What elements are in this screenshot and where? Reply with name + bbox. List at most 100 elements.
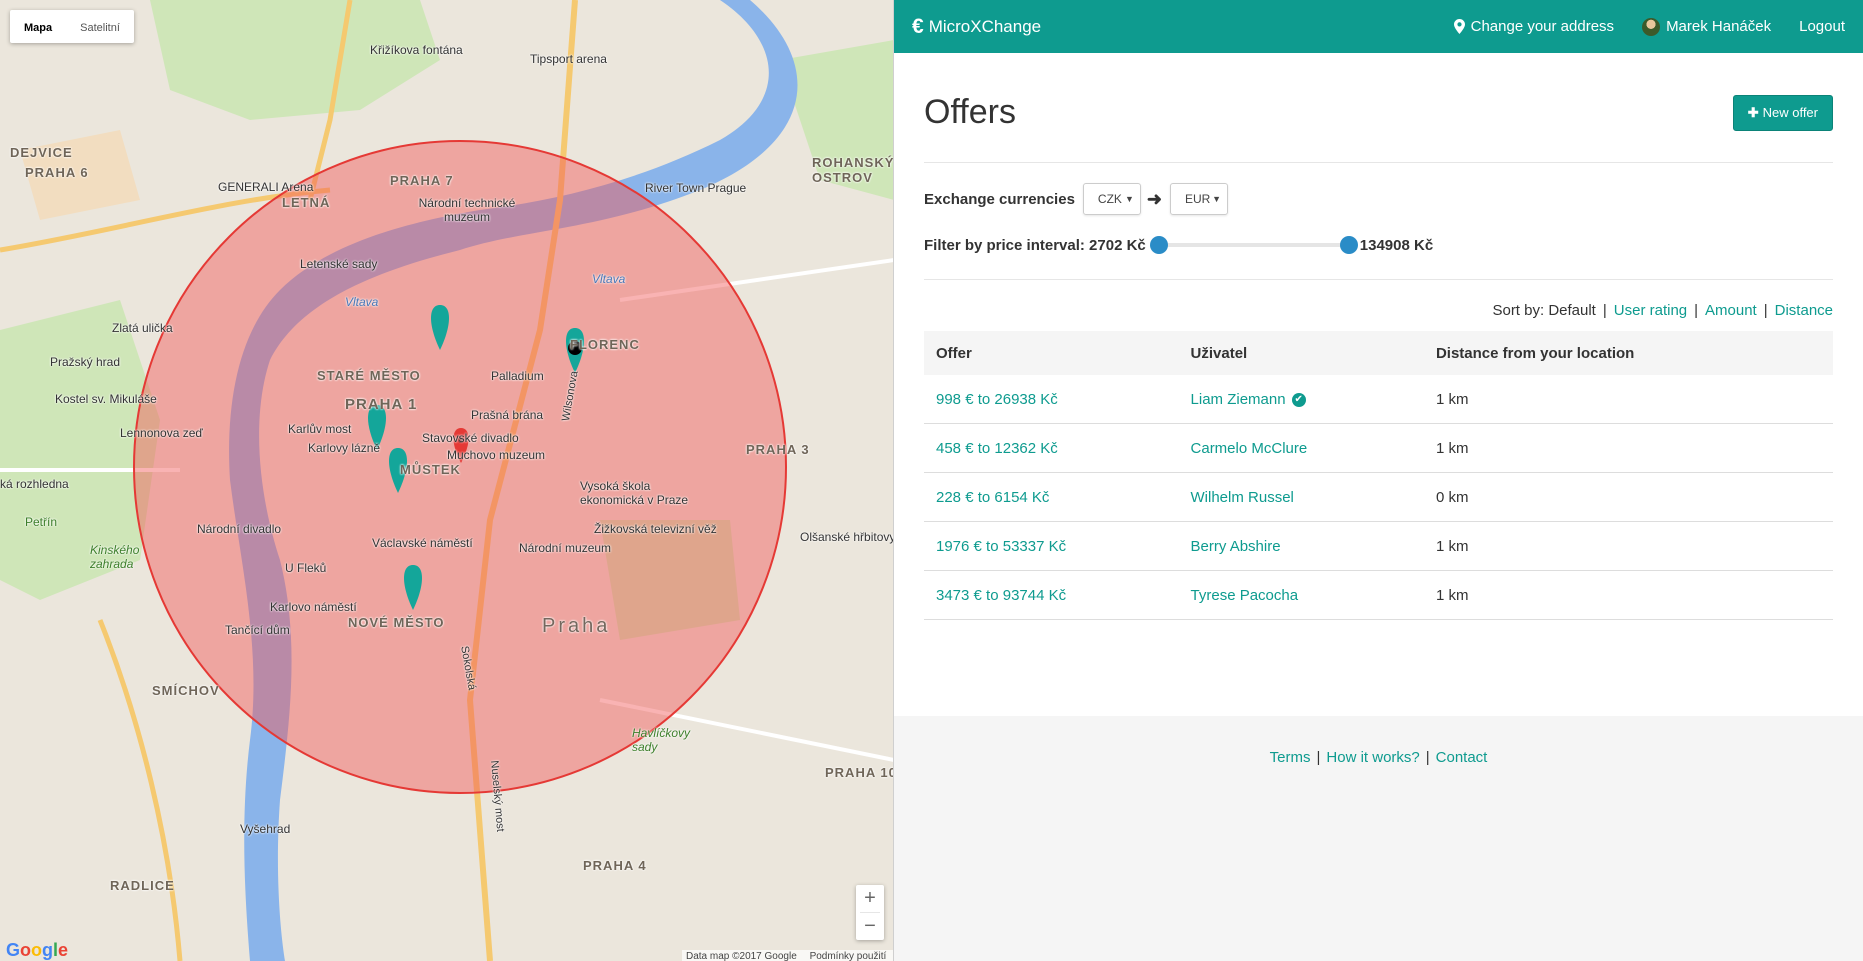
contact-link[interactable]: Contact xyxy=(1436,749,1488,766)
map-label: Vysoká škola ekonomická v Praze xyxy=(580,479,689,507)
map-label: Kinského zahrada xyxy=(90,543,140,571)
map-label: PRAHA 7 xyxy=(390,173,454,188)
map-type-satellite-button[interactable]: Satelitní xyxy=(66,10,134,43)
sort-label: Sort by: Default xyxy=(1492,302,1596,319)
map-label: Zlatá ulička xyxy=(112,321,173,335)
plus-icon: ✚ xyxy=(1747,104,1759,120)
logout-link[interactable]: Logout xyxy=(1799,18,1845,35)
map-label: Národní muzeum xyxy=(519,541,612,555)
map-label: DEJVICE xyxy=(10,145,73,160)
new-offer-button[interactable]: ✚ New offer xyxy=(1732,94,1833,131)
map-label: Kostel sv. Mikuláše xyxy=(55,392,157,406)
google-logo[interactable]: Google xyxy=(6,940,68,961)
offer-link[interactable]: 1976 € to 53337 Kč xyxy=(936,538,1066,555)
map-label: NOVÉ MĚSTO xyxy=(348,615,445,630)
map-label: Lennonova zeď xyxy=(120,426,203,440)
map-label: Žižkovská televizní věž xyxy=(594,522,717,536)
table-row: 1976 € to 53337 Kč Berry Abshire 1 km xyxy=(924,521,1833,571)
slider-track[interactable] xyxy=(1155,243,1352,247)
zoom-control: + − xyxy=(856,885,884,940)
user-link[interactable]: Tyrese Pacocha xyxy=(1191,587,1299,604)
avatar xyxy=(1642,17,1661,36)
offer-link[interactable]: 458 € to 12362 Kč xyxy=(936,440,1058,457)
sort-amount-link[interactable]: Amount xyxy=(1705,302,1757,319)
exchange-label: Exchange currencies xyxy=(924,190,1075,208)
caret-down-icon: ▼ xyxy=(1212,194,1222,204)
change-address-label: Change your address xyxy=(1470,18,1615,35)
to-currency-select[interactable]: EUR ▼ xyxy=(1170,183,1229,215)
map-attribution: Data map ©2017 Google Podmínky použití xyxy=(682,950,893,961)
offer-link[interactable]: 998 € to 26938 Kč xyxy=(936,391,1058,408)
sort-row: Sort by: Default | User rating | Amount | Dist… xyxy=(1492,302,1833,319)
from-currency-select[interactable]: CZK ▼ xyxy=(1082,183,1141,215)
page-header: Offers ✚ New offer xyxy=(924,53,1833,163)
map-label: ká rozhledna xyxy=(0,477,69,491)
navbar: € MicroXChange Change your address Marek… xyxy=(894,0,1863,53)
change-address-link[interactable]: Change your address xyxy=(1453,18,1615,35)
road xyxy=(97,619,183,961)
map-label: Vyšehrad xyxy=(240,822,291,836)
map-label: Tančící dům xyxy=(225,623,290,637)
user-link[interactable]: Wilhelm Russel xyxy=(1191,489,1294,506)
user-name: Marek Hanáček xyxy=(1666,18,1772,35)
map-label: PRAHA 10 xyxy=(825,765,894,780)
column-header-user: Uživatel xyxy=(1178,331,1424,375)
map-label: PRAHA 4 xyxy=(583,858,647,873)
terms-link[interactable]: Terms xyxy=(1270,749,1311,766)
user-link[interactable]: Carmelo McClure xyxy=(1191,440,1308,457)
table-row: 998 € to 26938 Kč Liam Ziemann ✔ 1 km xyxy=(924,375,1833,424)
divider xyxy=(924,279,1833,280)
map-type-map-button[interactable]: Mapa xyxy=(10,10,66,43)
brand[interactable]: € MicroXChange xyxy=(912,15,1041,39)
map-label: U Fleků xyxy=(285,561,327,575)
map-label: Olšanské hřbitovy xyxy=(800,530,894,544)
map-label: Tipsport arena xyxy=(530,52,607,66)
map-label: Vltava xyxy=(345,295,379,309)
map-label: ROHANSKÝ OSTROV xyxy=(812,155,894,185)
map-terms-link[interactable]: Podmínky použití xyxy=(810,951,887,961)
map-type-control: Mapa Satelitní xyxy=(10,10,134,43)
park-area xyxy=(150,0,440,120)
slider-min-handle[interactable] xyxy=(1149,236,1168,254)
map-label: MŮSTEK xyxy=(400,462,461,477)
offers-table: Offer Uživatel Distance from your locati… xyxy=(924,331,1833,620)
table-header-row: Offer Uživatel Distance from your locati… xyxy=(924,331,1833,375)
map-label: PRAHA 3 xyxy=(746,442,810,457)
price-filter-row: Filter by price interval: 2702 Kč 134908… xyxy=(924,233,1833,257)
map-label: SMÍCHOV xyxy=(152,683,220,698)
map-label: PRAHA 6 xyxy=(25,165,89,180)
brand-name: MicroXChange xyxy=(928,16,1042,36)
table-row: 458 € to 12362 Kč Carmelo McClure 1 km xyxy=(924,423,1833,473)
price-range-slider[interactable] xyxy=(1149,235,1358,255)
offer-link[interactable]: 3473 € to 93744 Kč xyxy=(936,587,1066,604)
exchange-row: Exchange currencies CZK ▼ ➜ EUR ▼ xyxy=(924,183,1833,215)
offer-link[interactable]: 228 € to 6154 Kč xyxy=(936,489,1049,506)
map-label: Karlovo náměstí xyxy=(270,600,357,614)
user-menu[interactable]: Marek Hanáček xyxy=(1642,17,1772,36)
how-it-works-link[interactable]: How it works? xyxy=(1326,749,1419,766)
price-filter-label: Filter by price interval: 2702 Kč xyxy=(924,236,1146,254)
caret-down-icon: ▼ xyxy=(1125,194,1134,204)
map-label: Národní divadlo xyxy=(197,522,282,536)
slider-max-handle[interactable] xyxy=(1339,236,1358,254)
user-link[interactable]: Berry Abshire xyxy=(1191,538,1281,555)
map[interactable]: Mapa Satelitní DEJVICE PRAHA 6 LETNÁ PRA… xyxy=(0,0,894,961)
zoom-out-button[interactable]: − xyxy=(856,913,884,940)
map-label: Karlovy lázně xyxy=(308,441,381,455)
map-label: PRAHA 1 xyxy=(345,396,418,413)
euro-icon: € xyxy=(912,14,924,38)
user-link[interactable]: Liam Ziemann xyxy=(1191,391,1286,408)
sort-user-rating-link[interactable]: User rating xyxy=(1614,302,1687,319)
map-label: Stavovské divadlo xyxy=(422,431,519,445)
map-label: LETNÁ xyxy=(282,195,331,210)
sort-distance-link[interactable]: Distance xyxy=(1775,302,1833,319)
map-label: GENERALI Arena xyxy=(218,180,314,194)
map-canvas[interactable] xyxy=(0,0,894,961)
map-label: Vltava xyxy=(592,272,626,286)
new-offer-label: New offer xyxy=(1762,104,1818,120)
zoom-in-button[interactable]: + xyxy=(856,885,884,912)
map-marker-icon xyxy=(1453,19,1465,34)
app-panel: € MicroXChange Change your address Marek… xyxy=(894,0,1863,961)
map-label: RADLICE xyxy=(110,878,175,893)
map-label: Prašná brána xyxy=(471,408,544,422)
